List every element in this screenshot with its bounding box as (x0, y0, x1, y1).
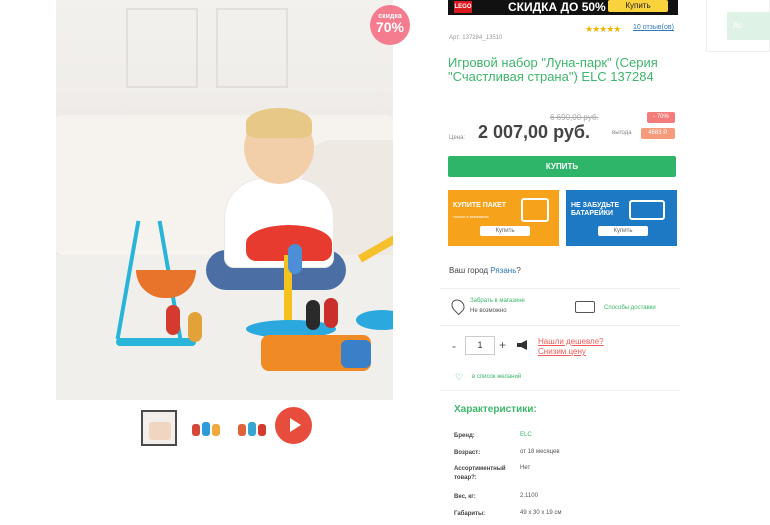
wall-panel (216, 8, 288, 88)
quantity-input[interactable]: 1 (465, 336, 495, 355)
discount-badge: скидка 70% (370, 5, 410, 45)
savings-badge: 4683 Р. (641, 128, 675, 139)
thumbnail-image (202, 422, 210, 436)
divider (440, 325, 680, 326)
old-price: 6 690,00 руб. (550, 113, 599, 122)
promo-subtitle: только в магазинах (453, 214, 489, 219)
promo-card-batteries[interactable]: НЕ ЗАБУДЬТЕ БАТАРЕЙКИ Купить (566, 190, 677, 246)
play-video-button[interactable] (275, 407, 312, 444)
thumbnail-image (212, 424, 220, 436)
thumbnail-image (149, 422, 171, 440)
current-price: 2 007,00 руб. (478, 122, 590, 142)
spec-value-brand[interactable]: ELC (520, 432, 532, 438)
thumbnail-2[interactable] (188, 410, 224, 446)
banner-buy-button[interactable]: Купить (608, 0, 668, 12)
thumbnail-image (248, 422, 256, 436)
specs-title: Характеристики: (454, 404, 537, 415)
wall-panel (126, 8, 198, 88)
promo-banner[interactable]: LEGO СКИДКА ДО 50% Купить (448, 0, 678, 15)
heart-icon: ♡ (455, 372, 464, 382)
toy-figure (166, 305, 180, 335)
savings-label: выгода (612, 130, 632, 136)
spec-label: Габариты: (454, 511, 486, 517)
lego-logo: LEGO (454, 1, 472, 13)
battery-icon (629, 200, 665, 220)
spec-label: Возраст: (454, 450, 481, 456)
child-hair (246, 108, 312, 138)
delivery-truck-icon (575, 301, 595, 313)
thumbnail-image (238, 424, 246, 436)
badge-value: 70% (375, 19, 405, 35)
rating-stars: ★★★★★ (585, 24, 621, 34)
divider (440, 288, 680, 289)
quantity-increase-button[interactable]: + (499, 338, 506, 352)
wishlist-link[interactable]: в список желаний (472, 374, 521, 380)
banner-text: СКИДКА ДО 50% (508, 0, 606, 14)
toy-figure (306, 300, 320, 330)
promo-title: КУПИТЕ ПАКЕТ (453, 202, 507, 209)
bag-icon (521, 198, 549, 222)
pickup-status: Не возможно (470, 308, 507, 314)
toy-figure (324, 298, 338, 328)
price-label: Цена: (449, 135, 466, 141)
found-cheaper-line2: Снизим цену (538, 347, 586, 356)
product-page: скидка 70% LEGO СКИДКА ДО 50% Купить ★★★… (0, 0, 770, 525)
found-cheaper-line1: Нашли дешевле? (538, 337, 604, 346)
swing-base (116, 338, 196, 346)
city-selector: Ваш город Рязань? (449, 266, 521, 275)
spec-value: 49 x 30 x 19 см (520, 510, 562, 516)
divider (440, 390, 680, 391)
pickup-label[interactable]: Забрать в магазине (470, 298, 525, 304)
spec-label: Вес, кг: (454, 494, 476, 500)
reviews-link[interactable]: 10 отзыв(ов) (633, 24, 674, 31)
spec-value: 2.1100 (520, 493, 538, 499)
toy-train-car (341, 340, 371, 368)
promo-buy-button[interactable]: Купить (598, 226, 648, 236)
side-action-button[interactable]: Ас (727, 12, 770, 40)
location-pin-icon (448, 296, 468, 316)
city-link[interactable]: Рязань (490, 266, 516, 275)
spec-value: от 18 месяцев (520, 449, 560, 455)
spec-value: Нет (520, 465, 531, 471)
buy-button[interactable]: КУПИТЬ (448, 156, 676, 177)
megaphone-icon (517, 340, 527, 350)
main-product-photo[interactable] (56, 0, 393, 400)
quantity-decrease-button[interactable]: - (452, 339, 456, 353)
product-sku: Арт: 137284_13510 (449, 35, 503, 41)
delivery-methods-link[interactable]: Способы доставки (604, 305, 656, 311)
promo-title: НЕ ЗАБУДЬТЕ БАТАРЕЙКИ (571, 202, 620, 217)
city-prefix: Ваш город (449, 266, 489, 275)
thumbnail-image (192, 424, 200, 436)
product-title: Игровой набор "Луна-парк" (Серия "Счастл… (448, 55, 658, 84)
city-suffix: ? (516, 266, 521, 275)
spec-label: Бренд: (454, 433, 475, 439)
toy-figure (288, 244, 302, 274)
thumbnail-3[interactable] (235, 410, 271, 446)
discount-percent-badge: - 70% (647, 112, 675, 123)
thumbnail-1[interactable] (141, 410, 177, 446)
spec-label: Ассортиментный товар?: (454, 466, 506, 481)
side-panel: Ас (706, 0, 770, 52)
promo-card-bag[interactable]: КУПИТЕ ПАКЕТ только в магазинах Купить (448, 190, 559, 246)
found-cheaper-link[interactable]: Нашли дешевле? Снизим цену (538, 337, 604, 357)
toy-figure (188, 312, 202, 342)
thumbnail-image (258, 424, 266, 436)
promo-buy-button[interactable]: Купить (480, 226, 530, 236)
